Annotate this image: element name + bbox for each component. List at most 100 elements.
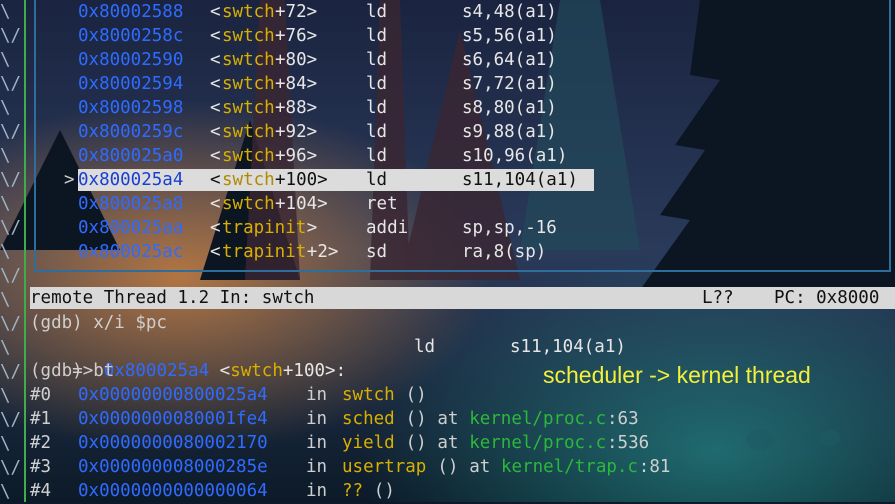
asm-func-name: swtch <box>222 50 275 70</box>
frame-address: 0x0000000080002170 <box>78 433 268 453</box>
margin-glyph: \/ <box>0 458 22 478</box>
frame-number: #0 <box>30 385 52 405</box>
asm-func-name: swtch <box>222 98 275 118</box>
frame-address: 0x0000000080001fe4 <box>78 409 268 429</box>
frame-args: () <box>437 457 459 477</box>
asm-instr: addi <box>366 218 409 238</box>
asm-angle-open: < <box>210 26 221 46</box>
frame-args: () <box>405 385 427 405</box>
frame-number: #4 <box>30 481 52 501</box>
asm-func-name: swtch <box>222 194 275 214</box>
margin-glyph: \ <box>0 2 11 22</box>
status-pc: PC: 0x8000 <box>774 288 880 308</box>
margin-glyph: \/ <box>0 410 22 430</box>
asm-func-offset: +84> <box>275 74 318 94</box>
asm-func-offset: +2> <box>306 242 339 262</box>
asm-func-name: swtch <box>222 2 275 22</box>
frame-func: usertrap <box>342 457 427 477</box>
asm-angle-open: < <box>210 74 221 94</box>
margin-glyph: \ <box>0 290 11 310</box>
asm-address: 0x800025ac <box>78 242 184 262</box>
frame-number: #3 <box>30 457 52 477</box>
frame-func: swtch <box>342 385 395 405</box>
frame-file: kernel/trap.c <box>501 457 638 477</box>
asm-func-offset: +96> <box>275 146 318 166</box>
pc-func-offset: +100>: <box>282 361 347 381</box>
margin-glyph: \ <box>0 242 11 262</box>
asm-address: 0x8000259c <box>78 122 184 142</box>
status-line: L?? <box>702 288 734 308</box>
asm-angle-open: < <box>210 170 221 190</box>
asm-args: ra,8(sp) <box>462 242 547 262</box>
asm-func-offset: +92> <box>275 122 318 142</box>
asm-instr: ld <box>366 146 388 166</box>
margin-glyph: \ <box>0 146 11 166</box>
asm-func-offset: +88> <box>275 98 318 118</box>
frame-address: 0x00000000800025a4 <box>78 385 268 405</box>
asm-angle-open: < <box>210 146 221 166</box>
asm-func-offset: +104> <box>275 194 328 214</box>
asm-instr: ld <box>366 122 388 142</box>
margin-glyph: \ <box>0 98 11 118</box>
margin-glyph: \/ <box>0 26 22 46</box>
asm-instr: ld <box>366 98 388 118</box>
frame-in: in <box>306 433 328 453</box>
asm-angle-open: < <box>210 50 221 70</box>
asm-args: s6,64(a1) <box>462 50 557 70</box>
margin-glyph: \/ <box>0 362 22 382</box>
current-line-marker: > <box>64 170 75 190</box>
frame-line: :536 <box>607 433 650 453</box>
asm-args: s10,96(a1) <box>462 146 568 166</box>
asm-args: s8,80(a1) <box>462 98 557 118</box>
asm-func-offset: +100> <box>275 170 328 190</box>
frame-func: ?? <box>342 481 364 501</box>
status-thread: remote Thread 1.2 In: swtch <box>30 288 315 308</box>
frame-number: #2 <box>30 433 52 453</box>
frame-in: in <box>306 409 328 429</box>
frame-args: () <box>405 409 427 429</box>
asm-angle-open: < <box>210 242 221 262</box>
frame-file: kernel/proc.c <box>469 409 607 429</box>
frame-args: () <box>373 481 395 501</box>
asm-angle-open: < <box>210 122 221 142</box>
asm-func-name: swtch <box>222 74 275 94</box>
asm-angle-open: < <box>210 218 221 238</box>
asm-instr: ld <box>366 74 388 94</box>
asm-args: s9,88(a1) <box>462 122 557 142</box>
frame-line: :81 <box>638 457 671 477</box>
frame-args: () <box>405 433 427 453</box>
margin-glyph: \ <box>0 50 11 70</box>
asm-address: 0x800025a0 <box>78 146 184 166</box>
frame-in: in <box>306 457 328 477</box>
margin-glyph: \/ <box>0 74 22 94</box>
frame-address: 0x000000008000285e <box>78 457 268 477</box>
asm-args: sp,sp,-16 <box>462 218 557 238</box>
asm-address: 0x80002598 <box>78 98 184 118</box>
pc-args: s11,104(a1) <box>510 337 626 357</box>
asm-address: 0x800025a8 <box>78 194 184 214</box>
asm-address: 0x800025aa <box>78 218 184 238</box>
frame-at: at <box>469 457 491 477</box>
asm-angle-open: < <box>210 98 221 118</box>
frame-func: sched <box>342 409 395 429</box>
frame-at: at <box>437 433 459 453</box>
asm-func-name: swtch <box>222 170 275 190</box>
asm-args: s5,56(a1) <box>462 26 557 46</box>
pc-func-open: < <box>209 361 231 381</box>
asm-func-name: trapinit <box>222 218 307 238</box>
asm-angle-open: < <box>210 194 221 214</box>
asm-address: 0x800025a4 <box>78 170 184 190</box>
asm-angle-open: < <box>210 2 221 22</box>
asm-instr: ld <box>366 26 388 46</box>
asm-address: 0x80002590 <box>78 50 184 70</box>
asm-instr: ld <box>366 50 388 70</box>
asm-args: s11,104(a1) <box>462 170 578 190</box>
margin-glyph: \ <box>0 338 11 358</box>
asm-instr: ld <box>366 170 388 190</box>
margin-glyph: \ <box>0 386 11 406</box>
pc-instruction-line: => 0x800025a4 <swtch+100>: <box>30 335 346 381</box>
margin-glyph: \ <box>0 194 11 214</box>
frame-func: yield <box>342 433 395 453</box>
frame-line: :63 <box>607 409 639 429</box>
frame-number: #1 <box>30 409 52 429</box>
